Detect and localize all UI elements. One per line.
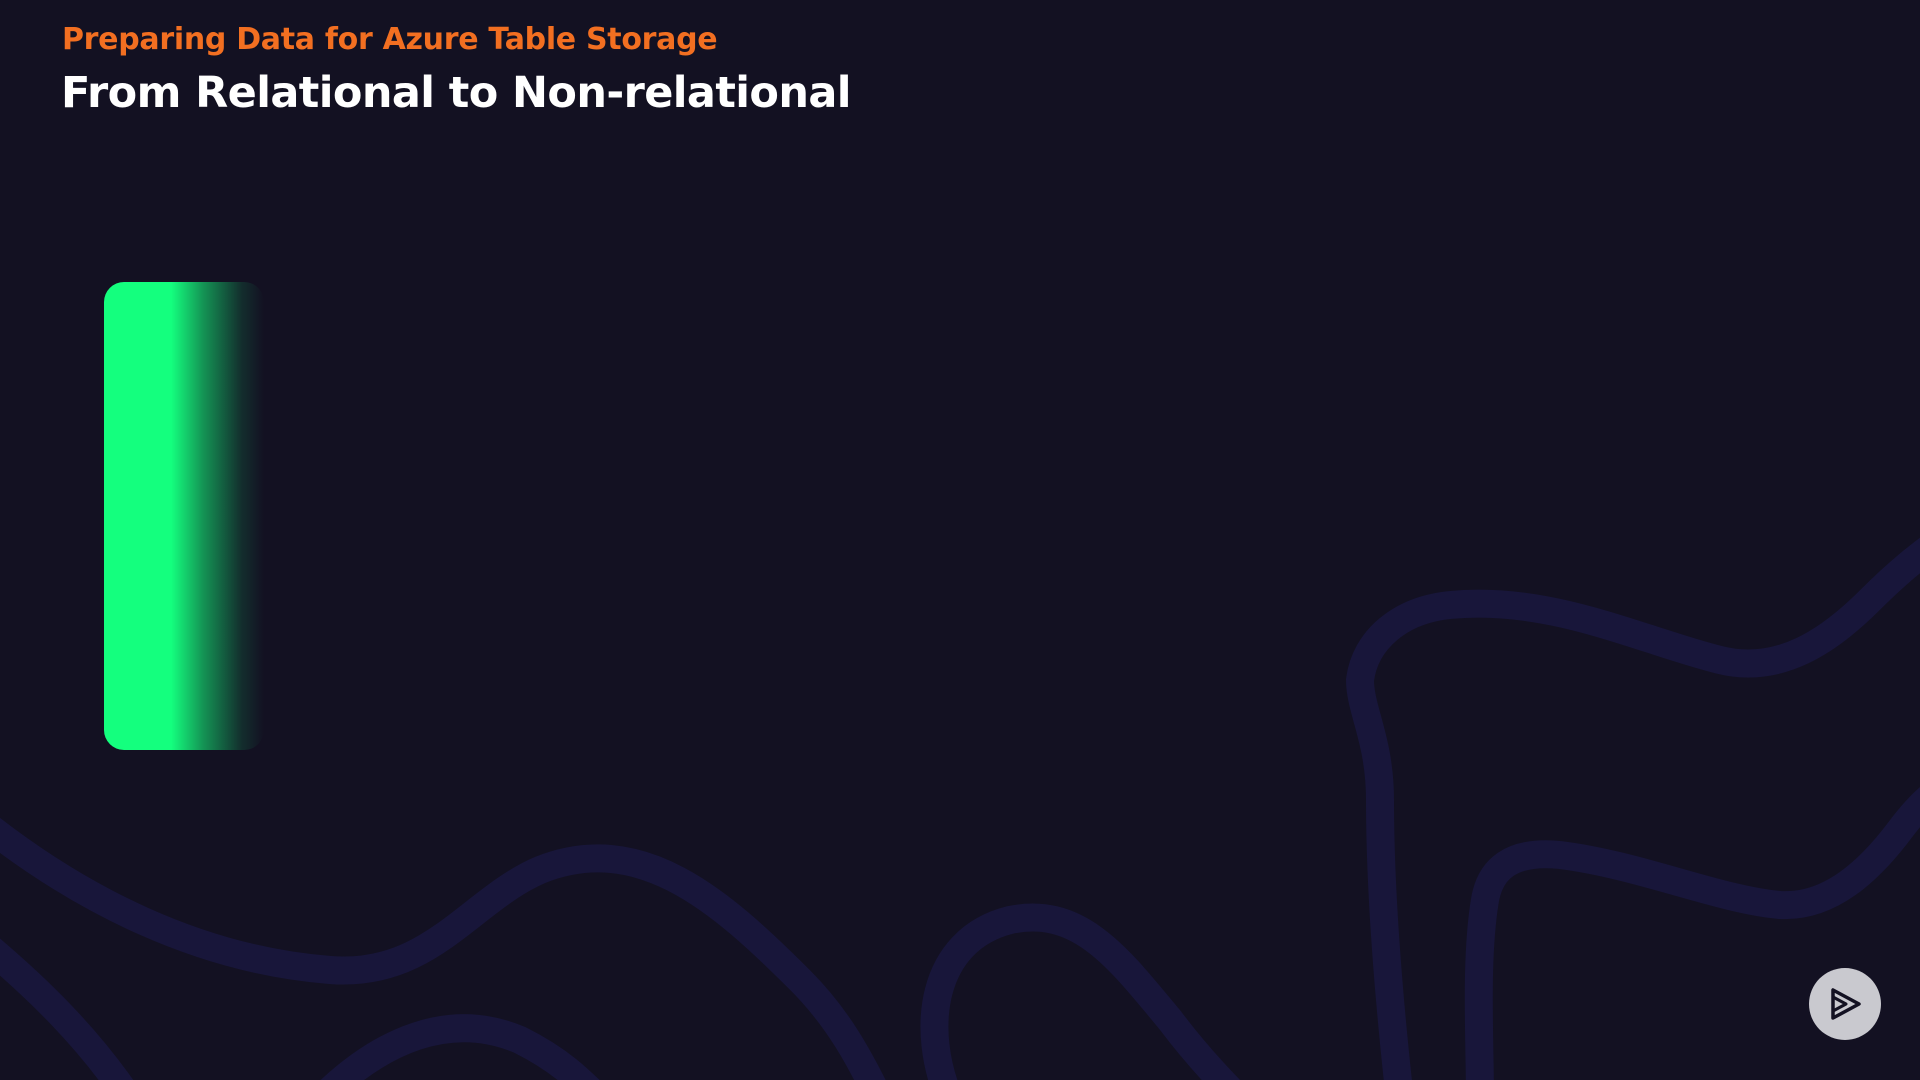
green-panel	[104, 282, 264, 750]
play-logo-icon	[1831, 988, 1861, 1020]
slide: Preparing Data for Azure Table Storage F…	[0, 0, 1920, 1080]
wave-line	[320, 1014, 600, 1080]
brand-badge	[1809, 968, 1881, 1040]
wave-line	[0, 938, 134, 1080]
section-eyebrow: Preparing Data for Azure Table Storage	[62, 22, 718, 57]
background-waves	[0, 537, 1920, 1080]
wave-line	[920, 903, 1241, 1080]
slide-title: From Relational to Non-relational	[61, 68, 852, 118]
